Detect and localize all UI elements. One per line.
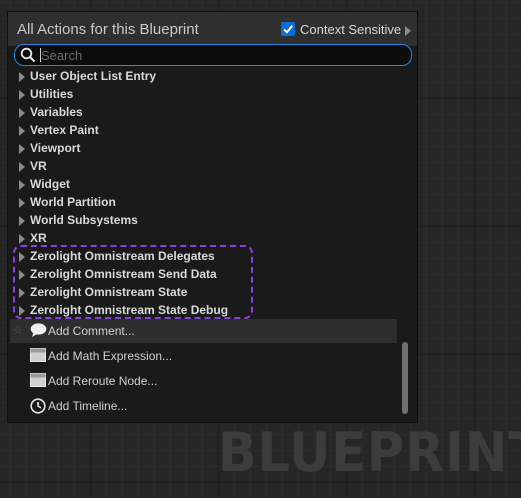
add-math-expression-action[interactable]: Add Math Expression... bbox=[10, 344, 397, 368]
category-vr[interactable]: VR bbox=[8, 158, 403, 176]
expand-arrow-icon[interactable] bbox=[19, 162, 25, 172]
expand-arrow-icon[interactable] bbox=[19, 198, 25, 208]
node-icon bbox=[30, 348, 46, 362]
category-label: World Partition bbox=[30, 195, 116, 209]
action-label: Add Comment... bbox=[48, 324, 135, 338]
context-sensitive-label: Context Sensitive bbox=[300, 22, 402, 37]
expand-arrow-icon[interactable] bbox=[19, 72, 25, 82]
search-input[interactable] bbox=[41, 46, 401, 64]
blueprint-watermark: BLUEPRINT bbox=[218, 421, 521, 484]
add-reroute-node-action[interactable]: Add Reroute Node... bbox=[10, 369, 397, 393]
category-world-subsystems[interactable]: World Subsystems bbox=[8, 212, 403, 230]
expand-arrow-icon[interactable] bbox=[19, 234, 25, 244]
category-label: Viewport bbox=[30, 141, 81, 155]
chevron-right-icon[interactable] bbox=[405, 26, 411, 36]
category-label: User Object List Entry bbox=[30, 69, 157, 83]
star-icon[interactable]: ☆ bbox=[13, 324, 23, 337]
panel-title: All Actions for this Blueprint bbox=[17, 21, 199, 38]
context-sensitive-checkbox[interactable] bbox=[281, 22, 295, 36]
category-utilities[interactable]: Utilities bbox=[8, 86, 403, 104]
action-menu-panel: All Actions for this Blueprint Context S… bbox=[7, 11, 418, 423]
scrollbar-thumb[interactable] bbox=[402, 342, 408, 414]
add-comment-action[interactable]: ☆ Add Comment... bbox=[10, 319, 397, 343]
category-label: XR bbox=[30, 231, 47, 245]
search-box[interactable] bbox=[14, 44, 412, 66]
comment-icon bbox=[30, 323, 47, 337]
scrollbar[interactable] bbox=[401, 342, 409, 416]
category-variables[interactable]: Variables bbox=[8, 104, 403, 122]
category-label: Utilities bbox=[30, 87, 74, 101]
action-label: Add Reroute Node... bbox=[48, 374, 158, 388]
expand-arrow-icon[interactable] bbox=[19, 126, 25, 136]
expand-arrow-icon[interactable] bbox=[19, 180, 25, 190]
zerolight-highlight-box bbox=[13, 245, 253, 319]
expand-arrow-icon[interactable] bbox=[19, 108, 25, 118]
expand-arrow-icon[interactable] bbox=[19, 216, 25, 226]
category-label: World Subsystems bbox=[30, 213, 138, 227]
search-icon bbox=[20, 47, 36, 63]
category-viewport[interactable]: Viewport bbox=[8, 140, 403, 158]
category-label: VR bbox=[30, 159, 47, 173]
category-widget[interactable]: Widget bbox=[8, 176, 403, 194]
category-vertex-paint[interactable]: Vertex Paint bbox=[8, 122, 403, 140]
expand-arrow-icon[interactable] bbox=[19, 90, 25, 100]
category-world-partition[interactable]: World Partition bbox=[8, 194, 403, 212]
category-label: Vertex Paint bbox=[30, 123, 99, 137]
node-icon bbox=[30, 373, 46, 387]
add-timeline-action[interactable]: Add Timeline... bbox=[10, 394, 397, 418]
category-user-object-list-entry[interactable]: User Object List Entry bbox=[8, 68, 403, 86]
category-label: Widget bbox=[30, 177, 70, 191]
action-label: Add Timeline... bbox=[48, 399, 128, 413]
action-label: Add Math Expression... bbox=[48, 349, 173, 363]
panel-header: All Actions for this Blueprint Context S… bbox=[8, 12, 417, 46]
expand-arrow-icon[interactable] bbox=[19, 144, 25, 154]
clock-icon bbox=[30, 398, 46, 414]
category-label: Variables bbox=[30, 105, 83, 119]
checkmark-icon bbox=[283, 25, 293, 34]
